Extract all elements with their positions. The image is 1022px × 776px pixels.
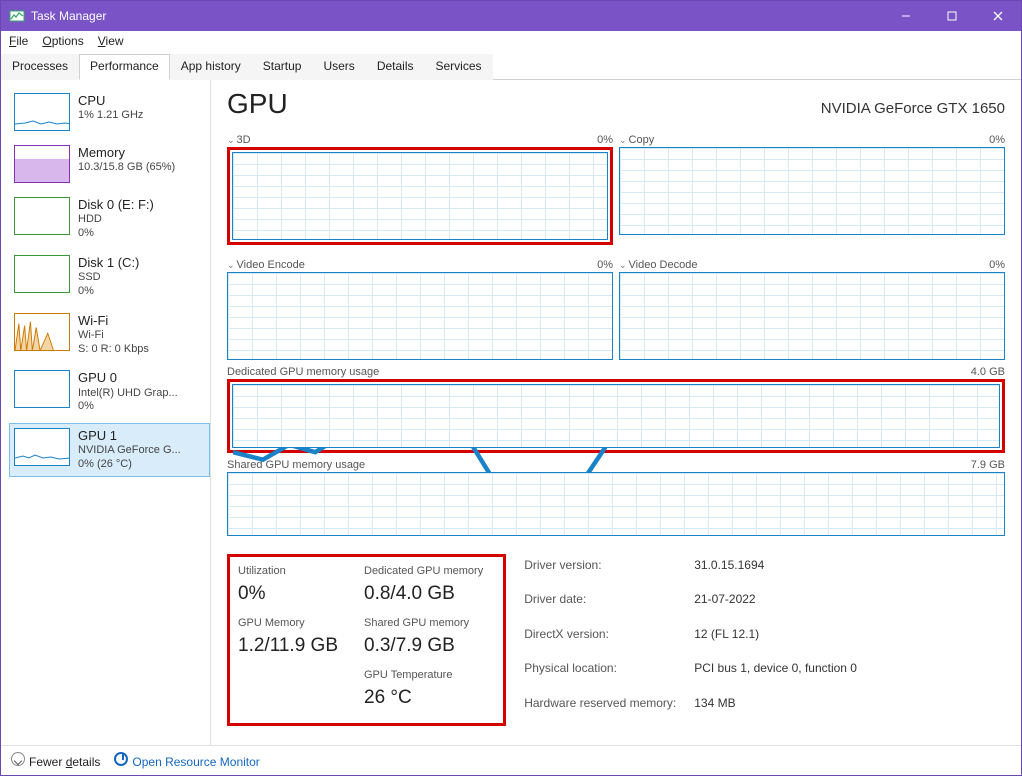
- engine-copy-label[interactable]: ⌄Copy: [619, 134, 654, 146]
- gpu-thumb-icon: [14, 428, 70, 466]
- highlight-dedicated-mem: [227, 379, 1005, 453]
- gpu-thumb-icon: [14, 370, 70, 408]
- device-name: NVIDIA GeForce GTX 1650: [821, 100, 1005, 117]
- tabstrip: Processes Performance App history Startu…: [1, 53, 1021, 80]
- chart-shared-mem[interactable]: [227, 472, 1005, 536]
- chart-dedicated-mem[interactable]: [232, 384, 1000, 448]
- menu-options[interactable]: Options: [42, 34, 83, 48]
- engine-3d-label[interactable]: ⌄3D: [227, 134, 251, 146]
- menubar: File Options View: [1, 31, 1021, 51]
- chart-3d[interactable]: [232, 152, 608, 240]
- chevron-up-icon: [11, 752, 25, 766]
- chart-video-encode[interactable]: [227, 272, 613, 360]
- disk-thumb-icon: [14, 197, 70, 235]
- sidebar-item-cpu[interactable]: CPU1% 1.21 GHz: [9, 88, 210, 136]
- sidebar-item-gpu1[interactable]: GPU 1NVIDIA GeForce G...0% (26 °C): [9, 423, 210, 477]
- sidebar-item-gpu0[interactable]: GPU 0Intel(R) UHD Grap...0%: [9, 365, 210, 419]
- gpu-detail-panel: GPU NVIDIA GeForce GTX 1650 ⌄3D0% ⌄Copy0…: [211, 80, 1021, 745]
- window-title: Task Manager: [31, 9, 883, 23]
- sidebar-item-memory[interactable]: Memory10.3/15.8 GB (65%): [9, 140, 210, 188]
- performance-sidebar: CPU1% 1.21 GHz Memory10.3/15.8 GB (65%) …: [1, 80, 211, 745]
- sidebar-item-disk1[interactable]: Disk 1 (C:)SSD0%: [9, 250, 210, 304]
- fewer-details-button[interactable]: Fewer details: [11, 752, 100, 769]
- open-resource-monitor-link[interactable]: Open Resource Monitor: [114, 752, 259, 769]
- titlebar[interactable]: Task Manager: [1, 1, 1021, 31]
- minimize-button[interactable]: [883, 1, 929, 31]
- disk-thumb-icon: [14, 255, 70, 293]
- resource-monitor-icon: [114, 752, 128, 766]
- tab-details[interactable]: Details: [366, 54, 425, 80]
- menu-view[interactable]: View: [98, 34, 124, 48]
- chart-video-decode[interactable]: [619, 272, 1005, 360]
- app-icon: [9, 8, 25, 24]
- task-manager-window: Task Manager File Options View Processes…: [0, 0, 1022, 776]
- memory-thumb-icon: [14, 145, 70, 183]
- sidebar-item-wifi[interactable]: Wi-FiWi-FiS: 0 R: 0 Kbps: [9, 308, 210, 362]
- tab-processes[interactable]: Processes: [1, 54, 79, 80]
- page-title: GPU: [227, 88, 288, 120]
- tab-performance[interactable]: Performance: [79, 54, 170, 80]
- cpu-thumb-icon: [14, 93, 70, 131]
- tab-services[interactable]: Services: [425, 54, 493, 80]
- highlight-3d: [227, 147, 613, 245]
- tab-users[interactable]: Users: [312, 54, 365, 80]
- wifi-thumb-icon: [14, 313, 70, 351]
- tab-startup[interactable]: Startup: [252, 54, 313, 80]
- tab-app-history[interactable]: App history: [170, 54, 252, 80]
- sidebar-item-disk0[interactable]: Disk 0 (E: F:)HDD0%: [9, 192, 210, 246]
- menu-file[interactable]: File: [9, 34, 28, 48]
- close-button[interactable]: [975, 1, 1021, 31]
- maximize-button[interactable]: [929, 1, 975, 31]
- footer: Fewer details Open Resource Monitor: [1, 745, 1021, 775]
- chart-copy[interactable]: [619, 147, 1005, 235]
